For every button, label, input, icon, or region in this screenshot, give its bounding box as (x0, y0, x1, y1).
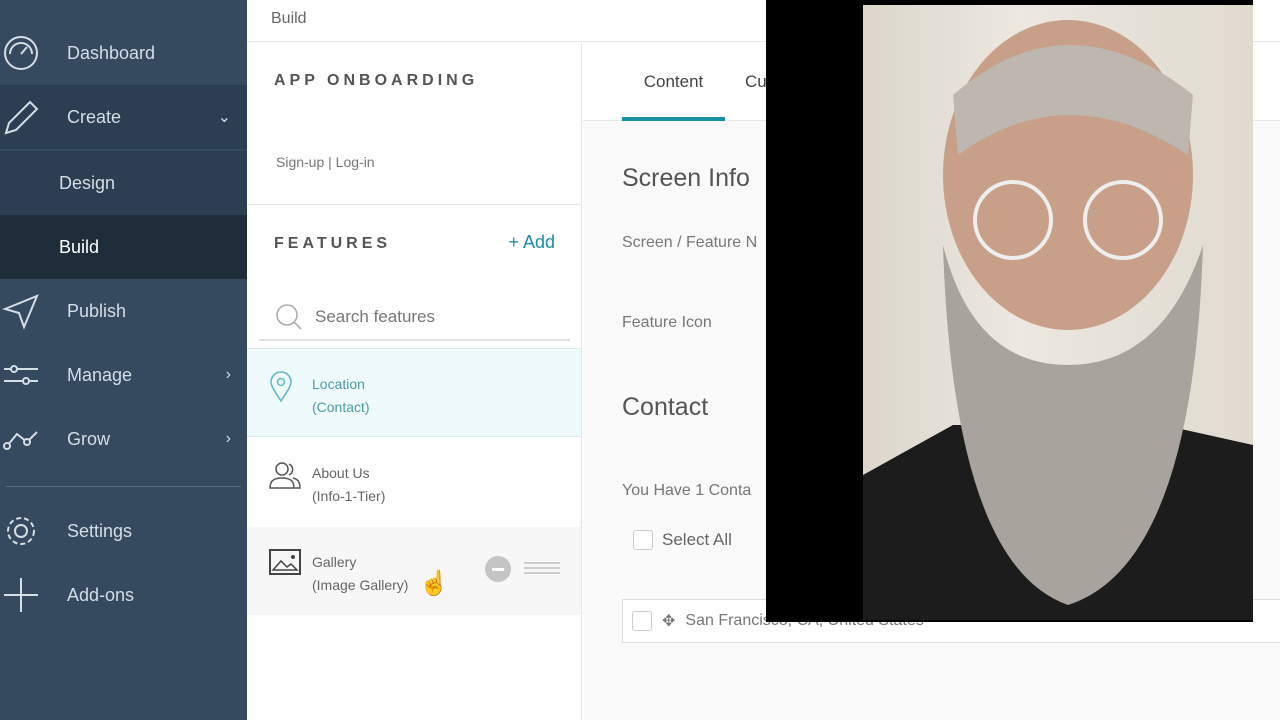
growth-icon (3, 431, 38, 450)
screen-info-title: Screen Info (622, 164, 750, 192)
gauge-icon (4, 36, 38, 70)
features-title: FEATURES (274, 235, 392, 252)
gear-icon (7, 517, 35, 545)
chevron-right-icon: › (225, 430, 231, 447)
checkbox[interactable] (633, 530, 653, 550)
users-icon (269, 462, 301, 489)
chevron-right-icon: › (225, 366, 231, 383)
add-feature-button[interactable]: + Add (508, 232, 555, 253)
tab-content[interactable]: Content (622, 72, 725, 121)
contact-title: Contact (622, 393, 709, 421)
image-icon (269, 549, 301, 575)
sidebar-item-settings[interactable]: Settings (0, 499, 247, 563)
sidebar-item-manage[interactable]: Manage › (0, 343, 247, 407)
features-panel: APP ONBOARDING Sign-up | Log-in FEATURES… (247, 43, 582, 720)
sidebar-item-create[interactable]: Create ⌄ (0, 85, 247, 149)
sidebar-item-grow[interactable]: Grow › (0, 407, 247, 471)
search-input[interactable]: Search features (259, 295, 570, 341)
select-all-checkbox[interactable]: Select All (633, 530, 732, 550)
move-icon[interactable]: ✥ (662, 611, 675, 631)
contact-count: You Have 1 Conta (622, 482, 752, 499)
map-pin-icon (270, 371, 292, 403)
sidebar-item-publish[interactable]: Publish (0, 279, 247, 343)
search-icon (276, 304, 302, 330)
sliders-icon (4, 365, 38, 385)
checkbox[interactable] (632, 611, 652, 631)
sidebar-divider (6, 486, 241, 487)
paper-plane-icon (2, 294, 39, 330)
chevron-down-icon: ⌄ (217, 109, 231, 126)
webcam-overlay (766, 0, 1253, 622)
feature-item-about-us[interactable]: About Us (Info-1-Tier) (247, 438, 581, 526)
drag-handle-icon[interactable] (524, 562, 560, 574)
feature-icon-label: Feature Icon (622, 314, 712, 331)
sidebar-item-design[interactable]: Design (0, 151, 247, 215)
pencil-icon (4, 100, 39, 135)
sidebar-item-build[interactable]: Build (0, 215, 247, 279)
breadcrumb: Build (271, 10, 307, 27)
remove-feature-button[interactable] (485, 556, 511, 582)
presenter-video (863, 5, 1253, 620)
feature-item-location[interactable]: Location (Contact) (247, 349, 581, 437)
sidebar-item-dashboard[interactable]: Dashboard (0, 21, 247, 85)
feature-item-gallery[interactable]: Gallery (Image Gallery) ☝ (247, 527, 581, 615)
plus-icon (4, 578, 38, 612)
app-subtitle: Sign-up | Log-in (276, 154, 375, 170)
hand-cursor-icon: ☝ (419, 570, 449, 597)
sidebar: Dashboard Create ⌄ Design Build Publish M… (0, 0, 247, 720)
presenter-figure (863, 20, 1253, 620)
screen-feature-label: Screen / Feature N (622, 234, 758, 251)
tab-customize[interactable]: Cu (745, 72, 767, 92)
sidebar-item-add-ons[interactable]: Add-ons (0, 563, 247, 627)
app-title: APP ONBOARDING (274, 72, 479, 89)
